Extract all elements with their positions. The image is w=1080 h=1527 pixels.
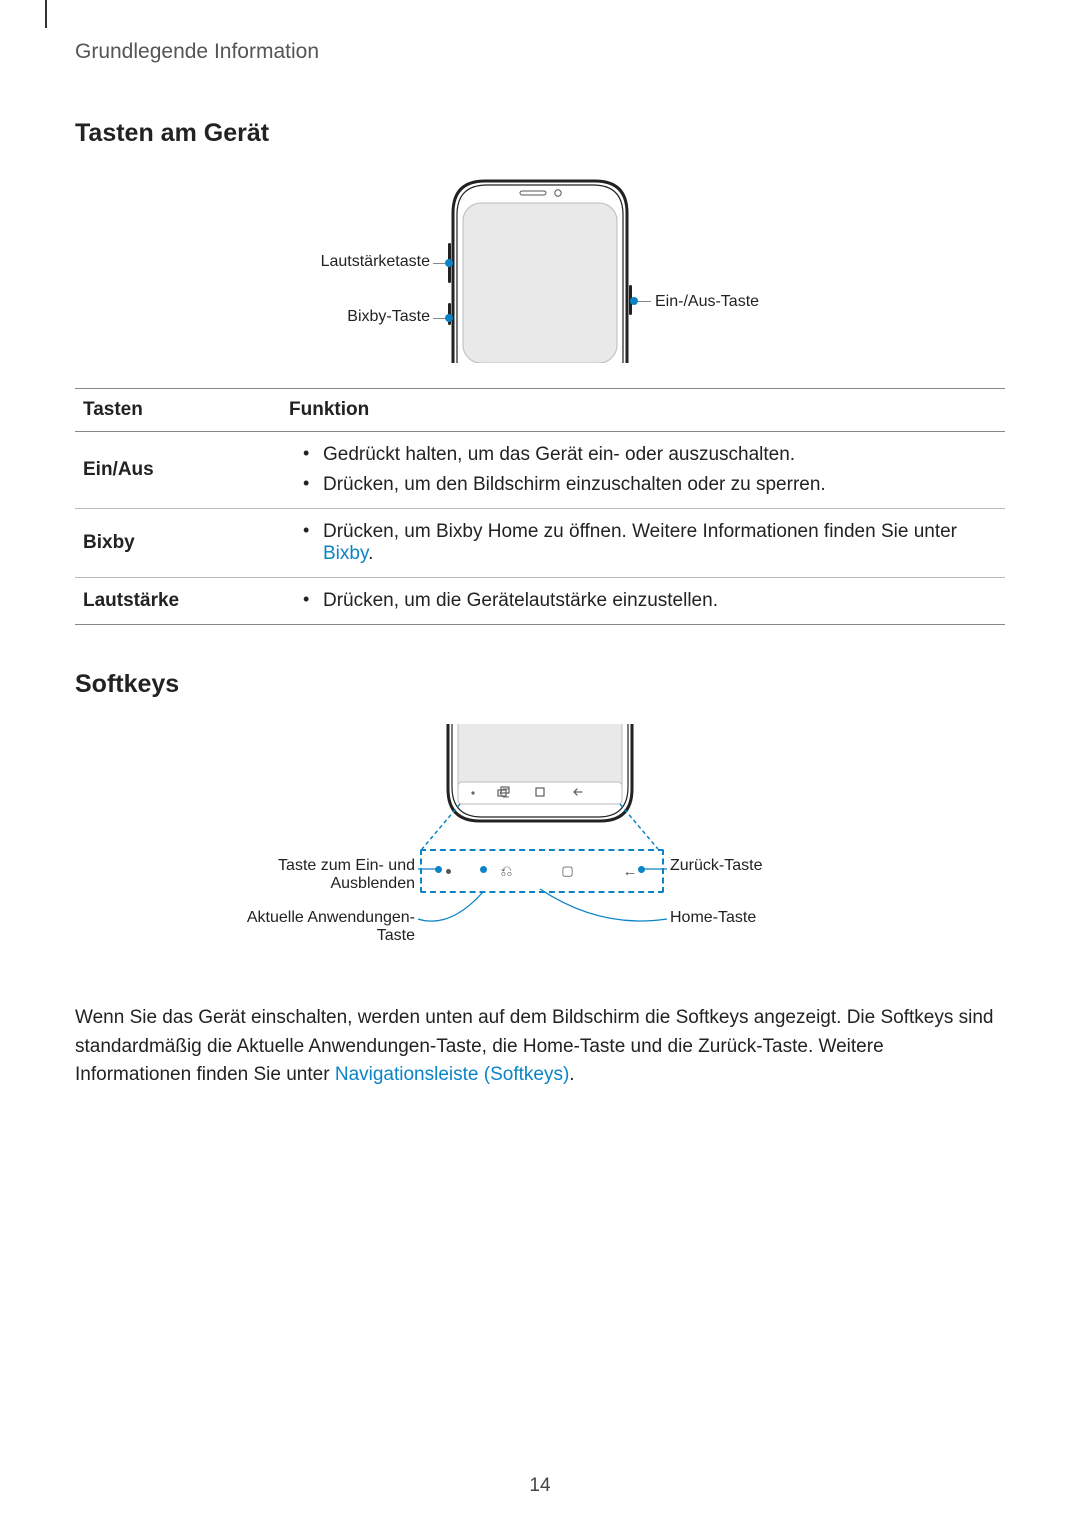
callout-hide-key: Taste zum Ein- und Ausblenden — [220, 857, 415, 893]
table-header-function: Funktion — [281, 389, 1005, 432]
callout-dot-icon — [445, 314, 453, 322]
back-icon: ← — [623, 863, 638, 880]
section-heading-keys: Tasten am Gerät — [75, 119, 1005, 148]
callout-bixby-label: Bixby-Taste — [347, 308, 430, 325]
callout-back-label: Zurück-Taste — [670, 857, 762, 874]
callout-line — [638, 301, 651, 302]
table-row: Bixby Drücken, um Bixby Home zu öffnen. … — [75, 509, 1005, 578]
callout-dot-icon — [480, 866, 487, 873]
page-number: 14 — [0, 1475, 1080, 1497]
text: Drücken, um Bixby Home zu öffnen. Weiter… — [323, 521, 957, 542]
callout-dot-icon — [445, 259, 453, 267]
table-func-cell: Gedrückt halten, um das Gerät ein- oder … — [281, 432, 1005, 509]
body-paragraph: Wenn Sie das Gerät einschalten, werden u… — [75, 1004, 1005, 1090]
link-navigation-bar[interactable]: Navigationsleiste (Softkeys) — [335, 1064, 569, 1085]
home-icon: ▢ — [561, 863, 573, 879]
callout-bixby-key: Bixby-Taste — [260, 308, 430, 326]
table-func-cell: Drücken, um die Gerätelautstärke einzust… — [281, 578, 1005, 625]
callout-power-key: Ein-/Aus-Taste — [655, 293, 825, 311]
figure-device-keys: Lautstärketaste Bixby-Taste Ein-/Aus-Tas… — [75, 173, 1005, 363]
table-func-item: Drücken, um Bixby Home zu öffnen. Weiter… — [309, 517, 997, 569]
callout-power-label: Ein-/Aus-Taste — [655, 293, 759, 310]
phone-top-illustration — [445, 173, 635, 363]
table-key-cell: Lautstärke — [75, 578, 281, 625]
hide-dot-icon — [446, 869, 451, 874]
text: . — [569, 1064, 574, 1085]
callout-dot-icon — [638, 866, 645, 873]
section-heading-softkeys: Softkeys — [75, 670, 1005, 699]
callout-recents-key: Aktuelle Anwendungen-Taste — [220, 909, 415, 945]
recents-icon: ⎌ — [500, 863, 512, 880]
table-func-item: Drücken, um den Bildschirm einzuschalten… — [309, 470, 997, 500]
softkey-bar-zoom: ⎌ ▢ ← — [420, 849, 664, 893]
callout-dot-icon — [435, 866, 442, 873]
keys-function-table: Tasten Funktion Ein/Aus Gedrückt halten,… — [75, 388, 1005, 625]
page-edge-mark — [45, 0, 47, 28]
callout-back-key: Zurück-Taste — [670, 857, 840, 875]
callout-home-label: Home-Taste — [670, 909, 756, 926]
link-bixby[interactable]: Bixby — [323, 543, 368, 564]
table-func-item: Drücken, um die Gerätelautstärke einzust… — [309, 586, 997, 616]
figure-softkeys: ⎌ ▢ ← Taste zum Ein- und Ausblenden Aktu… — [75, 724, 1005, 979]
table-key-cell: Ein/Aus — [75, 432, 281, 509]
callout-recents-label: Aktuelle Anwendungen-Taste — [247, 909, 415, 944]
table-row: Lautstärke Drücken, um die Gerätelautstä… — [75, 578, 1005, 625]
callout-home-key: Home-Taste — [670, 909, 840, 927]
table-header-key: Tasten — [75, 389, 281, 432]
table-row: Ein/Aus Gedrückt halten, um das Gerät ei… — [75, 432, 1005, 509]
callout-dot-icon — [630, 297, 638, 305]
table-func-cell: Drücken, um Bixby Home zu öffnen. Weiter… — [281, 509, 1005, 578]
page-content: Grundlegende Information Tasten am Gerät — [0, 0, 1080, 1090]
running-head: Grundlegende Information — [75, 40, 1005, 64]
table-key-cell: Bixby — [75, 509, 281, 578]
callout-hide-label: Taste zum Ein- und Ausblenden — [278, 857, 415, 892]
text: . — [368, 543, 373, 564]
callout-volume-key: Lautstärketaste — [260, 253, 430, 271]
table-func-item: Gedrückt halten, um das Gerät ein- oder … — [309, 440, 997, 470]
callout-volume-label: Lautstärketaste — [321, 253, 430, 270]
